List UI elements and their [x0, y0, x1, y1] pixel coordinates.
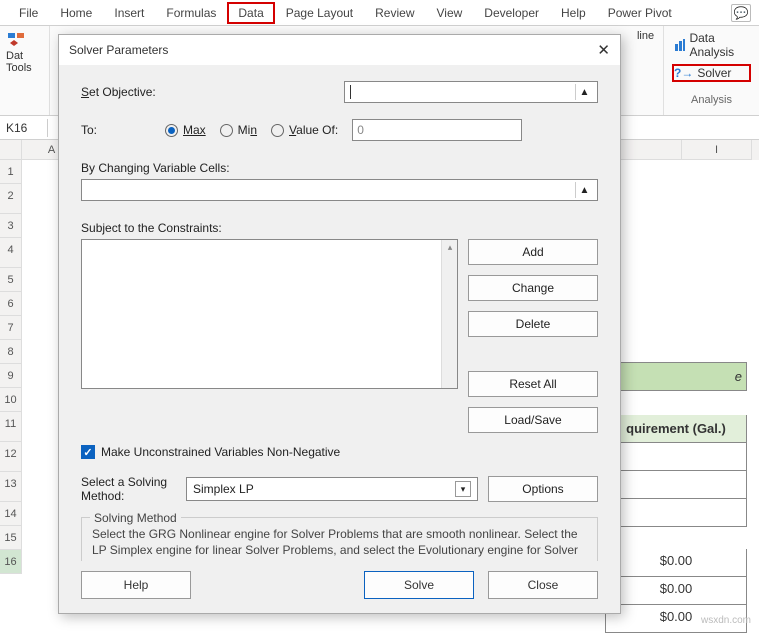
radio-min-label: Min: [238, 123, 257, 137]
dialog-titlebar[interactable]: Solver Parameters ✕: [59, 35, 620, 65]
ribbon-group-data-tools: Dat Tools: [0, 26, 50, 115]
dialog-footer: Help Solve Close: [59, 561, 620, 613]
scrollbar[interactable]: ▴: [441, 240, 457, 388]
add-button[interactable]: Add: [468, 239, 598, 265]
solver-button[interactable]: ?→ Solver: [672, 64, 751, 82]
unconstrained-label: Make Unconstrained Variables Non-Negativ…: [101, 445, 340, 459]
change-button[interactable]: Change: [468, 275, 598, 301]
help-button[interactable]: Help: [81, 571, 191, 599]
range-picker-icon[interactable]: ▲: [575, 84, 593, 100]
table-title-fragment: e: [605, 362, 747, 391]
solver-icon: ?→: [674, 66, 693, 80]
radio-valueof-label: Value Of:: [289, 123, 338, 137]
range-picker-icon[interactable]: ▲: [575, 182, 593, 198]
row-header[interactable]: 6: [0, 292, 22, 316]
constraints-label: Subject to the Constraints:: [81, 221, 598, 235]
table-cell[interactable]: [605, 471, 747, 499]
row-header[interactable]: 10: [0, 388, 22, 412]
changing-cells-input[interactable]: ▲: [81, 179, 598, 201]
row-header[interactable]: 13: [0, 472, 22, 502]
delete-button[interactable]: Delete: [468, 311, 598, 337]
group-label: Dat: [6, 50, 23, 62]
value-of-input[interactable]: 0: [352, 119, 522, 141]
ribbon-group-outline: line: [628, 26, 664, 115]
close-button[interactable]: Close: [488, 571, 598, 599]
solver-label: Solver: [697, 66, 731, 80]
group-label-2: Tools: [6, 62, 32, 74]
analysis-group-label: Analysis: [672, 94, 751, 106]
reset-all-button[interactable]: Reset All: [468, 371, 598, 397]
col-header-i[interactable]: I: [682, 140, 752, 160]
ribbon-group-analysis: Data Analysis ?→ Solver Analysis: [664, 26, 759, 115]
select-all-corner[interactable]: [0, 140, 22, 160]
row-header[interactable]: 5: [0, 268, 22, 292]
tab-developer[interactable]: Developer: [473, 2, 550, 24]
info-text: Select the GRG Nonlinear engine for Solv…: [92, 527, 578, 561]
to-label: To:: [81, 123, 151, 137]
row-header[interactable]: 1: [0, 160, 22, 184]
row-header[interactable]: 9: [0, 364, 22, 388]
tab-formulas[interactable]: Formulas: [155, 2, 227, 24]
row-header[interactable]: 7: [0, 316, 22, 340]
data-analysis-label: Data Analysis: [689, 31, 749, 59]
tab-help[interactable]: Help: [550, 2, 597, 24]
radio-max-label: Max: [183, 123, 206, 137]
set-objective-label: SeSet Objective:t Objective:: [81, 85, 156, 99]
table-cell[interactable]: $0.00: [605, 549, 747, 577]
tab-data[interactable]: Data: [227, 2, 274, 24]
table-cell[interactable]: [605, 499, 747, 527]
radio-min[interactable]: Min: [220, 123, 257, 137]
row-header[interactable]: 8: [0, 340, 22, 364]
table-cell[interactable]: $0.00: [605, 577, 747, 605]
tab-power-pivot[interactable]: Power Pivot: [597, 2, 683, 24]
comments-icon[interactable]: 💬: [731, 4, 751, 22]
tab-home[interactable]: Home: [49, 2, 103, 24]
tab-file[interactable]: File: [8, 2, 49, 24]
table-cell[interactable]: [605, 443, 747, 471]
tab-view[interactable]: View: [426, 2, 474, 24]
objective-input[interactable]: ▲: [344, 81, 598, 103]
row-header[interactable]: 11: [0, 412, 22, 442]
ribbon-tabs: File Home Insert Formulas Data Page Layo…: [0, 0, 759, 26]
solver-dialog: Solver Parameters ✕ SeSet Objective:t Ob…: [58, 34, 621, 614]
constraints-list[interactable]: ▴: [81, 239, 458, 389]
row-header[interactable]: 12: [0, 442, 22, 472]
tab-review[interactable]: Review: [364, 2, 425, 24]
dialog-title: Solver Parameters: [69, 43, 168, 57]
solve-button[interactable]: Solve: [364, 571, 474, 599]
row-header[interactable]: 3: [0, 214, 22, 238]
watermark: wsxdn.com: [701, 615, 751, 626]
info-legend: Solving Method: [90, 510, 181, 526]
radio-value-of[interactable]: Value Of:: [271, 123, 338, 137]
options-button[interactable]: Options: [488, 476, 598, 502]
select-method-label: Select a Solving Method:: [81, 475, 176, 503]
row-header[interactable]: 2: [0, 184, 22, 214]
solving-method-value: Simplex LP: [193, 482, 254, 496]
row-header[interactable]: 15: [0, 526, 22, 550]
changing-cells-label: By Changing Variable Cells:: [81, 161, 598, 175]
chevron-down-icon[interactable]: ▾: [455, 481, 471, 497]
solving-method-info: Solving Method Select the GRG Nonlinear …: [81, 517, 598, 561]
scroll-up-icon[interactable]: ▴: [444, 242, 456, 252]
tab-page-layout[interactable]: Page Layout: [275, 2, 364, 24]
row-header[interactable]: 4: [0, 238, 22, 268]
row-header[interactable]: 14: [0, 502, 22, 526]
partial-table: e quirement (Gal.) $0.00 $0.00 $0.00: [605, 362, 747, 633]
load-save-button[interactable]: Load/Save: [468, 407, 598, 433]
unconstrained-checkbox[interactable]: ✓: [81, 445, 95, 459]
solving-method-select[interactable]: Simplex LP ▾: [186, 477, 478, 501]
row-header-selected[interactable]: 16: [0, 550, 22, 574]
close-icon[interactable]: ✕: [597, 41, 610, 59]
data-analysis-icon: [674, 38, 685, 52]
data-tools-icon: [6, 30, 26, 50]
table-col-header: quirement (Gal.): [605, 415, 747, 443]
outline-label: line: [637, 30, 654, 42]
name-box[interactable]: K16: [0, 119, 48, 137]
data-analysis-button[interactable]: Data Analysis: [672, 30, 751, 60]
radio-max[interactable]: Max: [165, 123, 206, 137]
tab-insert[interactable]: Insert: [103, 2, 155, 24]
